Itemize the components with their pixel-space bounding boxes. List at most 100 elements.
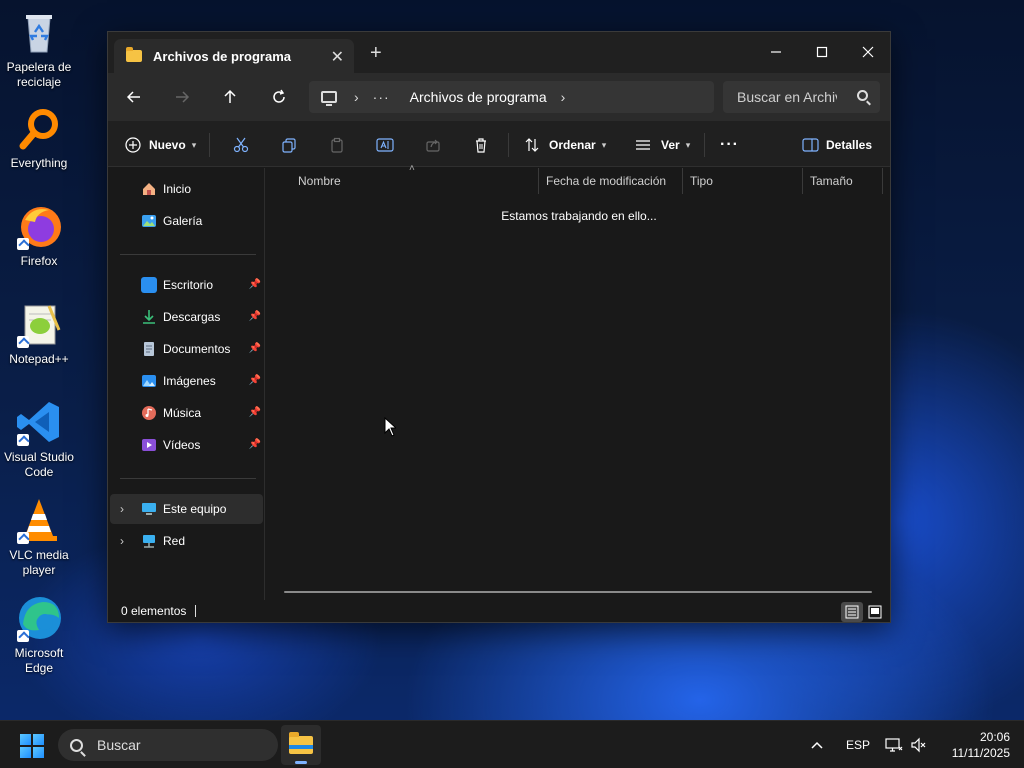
delete-button[interactable] (472, 133, 490, 157)
minimize-button[interactable] (753, 38, 799, 66)
sidebar-item-inicio[interactable]: Inicio (110, 174, 263, 204)
toolbar-divider (209, 133, 210, 157)
chevron-right-icon[interactable]: › (120, 502, 124, 516)
address-ellipsis[interactable]: ··· (373, 89, 390, 105)
file-explorer-window: Archivos de programa ✕ + › ··· Archivos … (107, 31, 891, 623)
pin-icon[interactable]: 📌 (249, 279, 261, 290)
chevron-up-icon (811, 741, 823, 749)
column-header-size[interactable]: Tamaño (802, 168, 882, 194)
volume-button[interactable] (910, 721, 928, 768)
search-input[interactable]: Buscar en Archivos de programa (723, 81, 880, 113)
close-window-button[interactable] (845, 38, 891, 66)
file-list-pane: ˄ Nombre Fecha de modificación Tipo Tama… (266, 163, 890, 600)
sidebar-item-documentos[interactable]: Documentos 📌 (110, 334, 263, 364)
mouse-cursor-icon (384, 417, 396, 437)
chevron-right-icon[interactable]: › (120, 534, 124, 548)
breadcrumb-archivos-de-programa[interactable]: Archivos de programa (410, 89, 547, 105)
desktop-icon-label: Microsoft (14, 646, 64, 660)
desktop-icon-label: Notepad++ (9, 352, 69, 366)
details-view-button[interactable] (841, 602, 863, 622)
view-label: Ver (661, 138, 680, 152)
column-header-date[interactable]: Fecha de modificación (538, 168, 682, 194)
desktop-icon-notepadpp[interactable]: Notepad++ (0, 300, 78, 367)
shortcut-arrow-icon (17, 238, 29, 250)
desktop-icon-label: VLC media (9, 548, 69, 562)
clipboard-icon (328, 136, 346, 154)
view-button[interactable]: Ver ▾ (634, 133, 690, 157)
sidebar-item-escritorio[interactable]: Escritorio 📌 (110, 270, 263, 300)
start-button[interactable] (20, 734, 44, 758)
forward-button[interactable] (170, 85, 194, 109)
downloads-icon (141, 309, 157, 325)
pin-icon[interactable]: 📌 (249, 439, 261, 450)
windows-logo-icon (20, 734, 31, 745)
back-button[interactable] (122, 85, 146, 109)
desktop-icon-firefox[interactable]: Firefox (0, 202, 78, 269)
tab-title: Archivos de programa (153, 48, 291, 64)
taskbar-file-explorer[interactable] (281, 725, 321, 765)
address-bar[interactable]: › ··· Archivos de programa › (309, 81, 714, 113)
new-tab-button[interactable]: + (370, 42, 382, 65)
desktop-icon-everything[interactable]: Everything (0, 104, 78, 171)
more-options-button[interactable]: ··· (720, 133, 739, 157)
new-button[interactable]: Nuevo ▾ (124, 133, 196, 157)
sidebar-item-label: Vídeos (163, 438, 201, 452)
large-icons-view-button[interactable] (864, 602, 886, 622)
maximize-button[interactable] (799, 38, 845, 66)
this-pc-icon (321, 91, 337, 106)
desktop-icon-recycle-bin[interactable]: Papelera de reciclaje (0, 8, 78, 90)
pin-icon[interactable]: 📌 (249, 343, 261, 354)
sidebar-item-label: Galería (163, 214, 203, 228)
pin-icon[interactable]: 📌 (249, 311, 261, 322)
sidebar-item-imagenes[interactable]: Imágenes 📌 (110, 366, 263, 396)
share-button[interactable] (424, 133, 442, 157)
column-header-name[interactable]: Nombre (290, 168, 538, 194)
horizontal-scrollbar[interactable] (284, 591, 872, 593)
sidebar-item-label: Música (163, 406, 202, 420)
desktop-icon-vscode[interactable]: Visual Studio Code (0, 398, 78, 480)
close-tab-icon[interactable]: ✕ (331, 47, 344, 67)
language-indicator[interactable]: ESP (846, 721, 870, 768)
details-button[interactable]: Detalles (801, 133, 872, 157)
network-status-button[interactable] (885, 721, 903, 768)
item-count: 0 elementos (121, 604, 187, 618)
sidebar-divider (120, 254, 256, 255)
rename-button[interactable] (376, 133, 394, 157)
home-icon (141, 181, 157, 197)
shortcut-arrow-icon (17, 336, 29, 348)
sidebar-item-red[interactable]: › Red (110, 526, 263, 556)
paste-button[interactable] (328, 133, 346, 157)
sidebar-item-label: Documentos (163, 342, 231, 356)
vlc-icon (15, 496, 63, 544)
refresh-button[interactable] (267, 85, 291, 109)
cut-button[interactable] (232, 133, 250, 157)
desktop-icon-vlc[interactable]: VLC media player (0, 496, 78, 578)
sidebar-item-descargas[interactable]: Descargas 📌 (110, 302, 263, 332)
chevron-down-icon: ▾ (685, 139, 691, 150)
sort-button[interactable]: Ordenar ▾ (523, 133, 606, 157)
sidebar-item-label: Descargas (163, 310, 221, 324)
column-header-type[interactable]: Tipo (682, 168, 802, 194)
command-bar: Nuevo ▾ Ordenar ▾ Ver ▾ ··· Detalles (108, 121, 890, 167)
recycle-bin-icon (15, 8, 63, 56)
up-button[interactable] (218, 85, 242, 109)
chevron-right-icon[interactable]: › (561, 89, 566, 105)
column-divider[interactable] (882, 168, 883, 194)
sort-icon (523, 136, 541, 154)
desktop-icon-label: Papelera de (6, 60, 72, 74)
pin-icon[interactable]: 📌 (249, 407, 261, 418)
taskbar-search[interactable]: Buscar (58, 729, 278, 761)
search-placeholder: Buscar en Archivos de programa (737, 89, 837, 105)
tab-archivos-de-programa[interactable]: Archivos de programa ✕ (114, 39, 354, 73)
show-hidden-icons-button[interactable] (810, 721, 824, 768)
sidebar-item-videos[interactable]: Vídeos 📌 (110, 430, 263, 460)
sidebar-item-galeria[interactable]: Galería (110, 206, 263, 236)
documents-icon (141, 341, 157, 357)
copy-button[interactable] (280, 133, 298, 157)
desktop-icon-edge[interactable]: Microsoft Edge (0, 594, 78, 676)
pin-icon[interactable]: 📌 (249, 375, 261, 386)
clock[interactable]: 20:06 11/11/2025 (930, 729, 1010, 761)
sidebar-item-este-equipo[interactable]: › Este equipo (110, 494, 263, 524)
sidebar-item-musica[interactable]: Música 📌 (110, 398, 263, 428)
chevron-right-icon[interactable]: › (354, 89, 359, 105)
